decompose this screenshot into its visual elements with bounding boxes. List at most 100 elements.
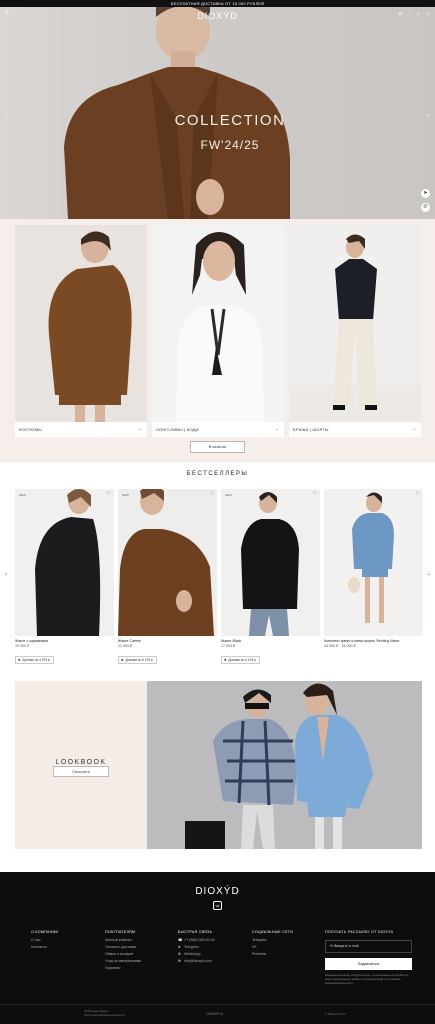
split-payment-badge[interactable]: Долями по 5 475 ₽ bbox=[118, 656, 158, 664]
footer-link[interactable]: ☎ +7 (985) 000-00-00 bbox=[178, 938, 215, 942]
footer-link[interactable]: ➤ Telegram bbox=[178, 945, 215, 949]
category-label: БРЮКИ | ШОРТЫ bbox=[293, 427, 329, 432]
category-image bbox=[15, 225, 147, 422]
product-card[interactable]: ♡ Комплект жакет и мини-шорты Stretchy W… bbox=[324, 489, 423, 648]
footer-column-company: О КОМПАНИИ О нас Контакты bbox=[31, 930, 58, 952]
whatsapp-text: WhatsApp bbox=[184, 952, 201, 956]
menu-icon[interactable]: ≡ bbox=[5, 10, 9, 16]
mail-icon: ✉ bbox=[178, 959, 182, 963]
footer-bottom-bar: Публичная оферта Политика конфиденциальн… bbox=[0, 1004, 435, 1024]
hero-next-arrow-icon[interactable]: › bbox=[427, 112, 429, 119]
cart-icon[interactable]: ◘ bbox=[399, 12, 404, 17]
bestsellers-next-icon[interactable]: › bbox=[428, 572, 430, 578]
product-name[interactable]: Комплект жакет и мини-шорты Stretchy Wav… bbox=[324, 639, 423, 643]
footer-link[interactable]: Обмен и возврат bbox=[105, 952, 141, 956]
product-name[interactable]: Жакет Black bbox=[221, 639, 320, 643]
favorite-heart-icon[interactable]: ♡ bbox=[416, 491, 420, 497]
favorite-heart-icon[interactable]: ♡ bbox=[313, 491, 317, 497]
product-price: 19 900 ₽ bbox=[15, 644, 30, 648]
footer-heading: СОЦИАЛЬНЫЕ СЕТИ bbox=[252, 930, 294, 934]
footer-link[interactable]: Контакты bbox=[31, 945, 58, 949]
category-image bbox=[289, 225, 421, 422]
developer-credit[interactable]: GRAMPUS bbox=[206, 1012, 223, 1016]
product-image[interactable]: NEW ♡ bbox=[221, 489, 320, 636]
categories-section: КОСТЮМЫ → ЛОНГСЛИВЫ | БОДИ → БРЮКИ | ШОР… bbox=[0, 219, 435, 462]
arrow-right-icon: → bbox=[137, 426, 142, 432]
lookbook-image[interactable] bbox=[147, 681, 422, 849]
newsletter-email-input[interactable]: ✉ Введите e-mail bbox=[325, 940, 412, 953]
split-payment-badge[interactable]: Долями по 4 975 ₽ bbox=[15, 656, 55, 664]
hero-banner[interactable]: COLLECTION FW'24/25 ‹ › ➤ ✆ bbox=[0, 7, 435, 219]
whatsapp-float-icon[interactable]: ✆ bbox=[421, 203, 430, 212]
product-tag: NEW bbox=[122, 493, 129, 497]
header-icons: ◘ ♡ ⌕ ☺ bbox=[399, 12, 431, 17]
whatsapp-icon: ✆ bbox=[178, 952, 182, 956]
arrow-right-icon: → bbox=[274, 426, 279, 432]
product-image[interactable]: ♡ bbox=[324, 489, 423, 636]
product-name[interactable]: Жакет с карманами bbox=[15, 639, 114, 643]
product-image[interactable]: NEW ♡ bbox=[118, 489, 217, 636]
footer-link[interactable]: Гарантии bbox=[105, 966, 141, 970]
favorite-heart-icon[interactable]: ♡ bbox=[107, 491, 111, 497]
phone-text: +7 (985) 000-00-00 bbox=[184, 938, 215, 942]
category-label: ЛОНГСЛИВЫ | БОДИ bbox=[156, 427, 199, 432]
footer-column-contact: БЫСТРАЯ СВЯЗЬ ☎ +7 (985) 000-00-00 ➤ Teleg… bbox=[178, 930, 215, 966]
split-payment-badge[interactable]: Долями по 4 475 ₽ bbox=[221, 656, 261, 664]
product-image[interactable]: NEW ♡ bbox=[15, 489, 114, 636]
favorite-heart-icon[interactable]: ♡ bbox=[210, 491, 214, 497]
product-card[interactable]: NEW ♡ Жакет с карманами 19 900 ₽ Долями … bbox=[15, 489, 114, 666]
footer-heading: БЫСТРАЯ СВЯЗЬ bbox=[178, 930, 213, 934]
footer-link[interactable]: ✉ info@dioxyd.com bbox=[178, 959, 215, 963]
search-icon[interactable]: ⌕ bbox=[417, 12, 422, 17]
newsletter-heading: ПОЛУЧАТЬ РАССЫЛКУ ОТ DIOXYD bbox=[325, 930, 394, 934]
favorites-icon[interactable]: ♡ bbox=[408, 12, 413, 17]
bestsellers-title: БЕСТСЕЛЛЕРЫ bbox=[186, 471, 249, 477]
bestsellers-prev-icon[interactable]: ‹ bbox=[5, 572, 7, 578]
footer-link[interactable]: Оплата и доставка bbox=[105, 945, 141, 949]
email-placeholder: Введите e-mail bbox=[334, 944, 359, 948]
page: COLLECTION FW'24/25 ‹ › ➤ ✆ БЕСПЛАТНАЯ Д… bbox=[0, 0, 435, 1024]
hero-title: COLLECTION bbox=[174, 112, 286, 129]
product-name[interactable]: Жакет Carmel bbox=[118, 639, 217, 643]
product-price: 25 050 ₽ · 34 000 ₽ bbox=[324, 644, 356, 648]
category-card-pants[interactable]: БРЮКИ | ШОРТЫ → bbox=[289, 225, 421, 437]
category-image bbox=[152, 225, 284, 422]
product-card[interactable]: NEW ♡ Жакет Black 17 900 ₽ Долями по 4 4… bbox=[221, 489, 320, 666]
subscribe-button[interactable]: Подписаться bbox=[325, 958, 412, 970]
lookbook-panel: LOOKBOOK Смотреть bbox=[15, 681, 147, 849]
product-card[interactable]: NEW ♡ Жакет Carmel 21 900 ₽ Долями по 5 … bbox=[118, 489, 217, 666]
lookbook-view-button[interactable]: Смотреть bbox=[53, 766, 109, 777]
footer-link[interactable]: Уход за материалами bbox=[105, 959, 141, 963]
newsletter-block: ПОЛУЧАТЬ РАССЫЛКУ ОТ DIOXYD bbox=[325, 930, 394, 938]
copyright: © 2024 DIOXYD bbox=[325, 1012, 346, 1016]
footer-link[interactable]: О нас bbox=[31, 938, 58, 942]
telegram-float-icon[interactable]: ➤ bbox=[421, 189, 430, 198]
footer-column-social: СОЦИАЛЬНЫЕ СЕТИ Telegram VK Pinterest bbox=[252, 930, 293, 959]
footer-column-buyers: ПОКУПАТЕЛЯМ Личный кабинет Оплата и дост… bbox=[105, 930, 141, 973]
category-label: КОСТЮМЫ bbox=[19, 427, 42, 432]
phone-icon: ☎ bbox=[178, 938, 183, 942]
footer-link[interactable]: Telegram bbox=[252, 938, 293, 942]
product-tag: NEW bbox=[225, 493, 232, 497]
product-price: 17 900 ₽ bbox=[221, 644, 236, 648]
footer: DIOXÝD vk О КОМПАНИИ О нас Контакты ПОКУ… bbox=[0, 872, 435, 1024]
privacy-link[interactable]: Политика конфиденциальности bbox=[84, 1013, 125, 1017]
newsletter-consent-note: Нажимая на кнопку «Подписаться», я согла… bbox=[325, 973, 409, 985]
footer-link[interactable]: VK bbox=[252, 945, 293, 949]
catalog-button[interactable]: В каталог bbox=[190, 441, 245, 453]
account-icon[interactable]: ☺ bbox=[426, 12, 431, 17]
product-price: 21 900 ₽ bbox=[118, 644, 133, 648]
footer-link[interactable]: Pinterest bbox=[252, 952, 293, 956]
footer-heading: О КОМПАНИИ bbox=[31, 930, 59, 934]
hero-prev-arrow-icon[interactable]: ‹ bbox=[5, 112, 7, 119]
category-card-suits[interactable]: КОСТЮМЫ → bbox=[15, 225, 147, 437]
lookbook-title: LOOKBOOK bbox=[55, 759, 107, 766]
category-card-longsleeves[interactable]: ЛОНГСЛИВЫ | БОДИ → bbox=[152, 225, 284, 437]
vk-icon[interactable]: vk bbox=[213, 901, 222, 910]
footer-logo[interactable]: DIOXÝD bbox=[190, 886, 245, 897]
header-logo[interactable]: DIOXÝD bbox=[190, 11, 245, 21]
hero-subtitle: FW'24/25 bbox=[200, 138, 260, 152]
footer-link[interactable]: ✆ WhatsApp bbox=[178, 952, 215, 956]
footer-legal-links: Публичная оферта Политика конфиденциальн… bbox=[84, 1009, 125, 1017]
footer-link[interactable]: Личный кабинет bbox=[105, 938, 141, 942]
